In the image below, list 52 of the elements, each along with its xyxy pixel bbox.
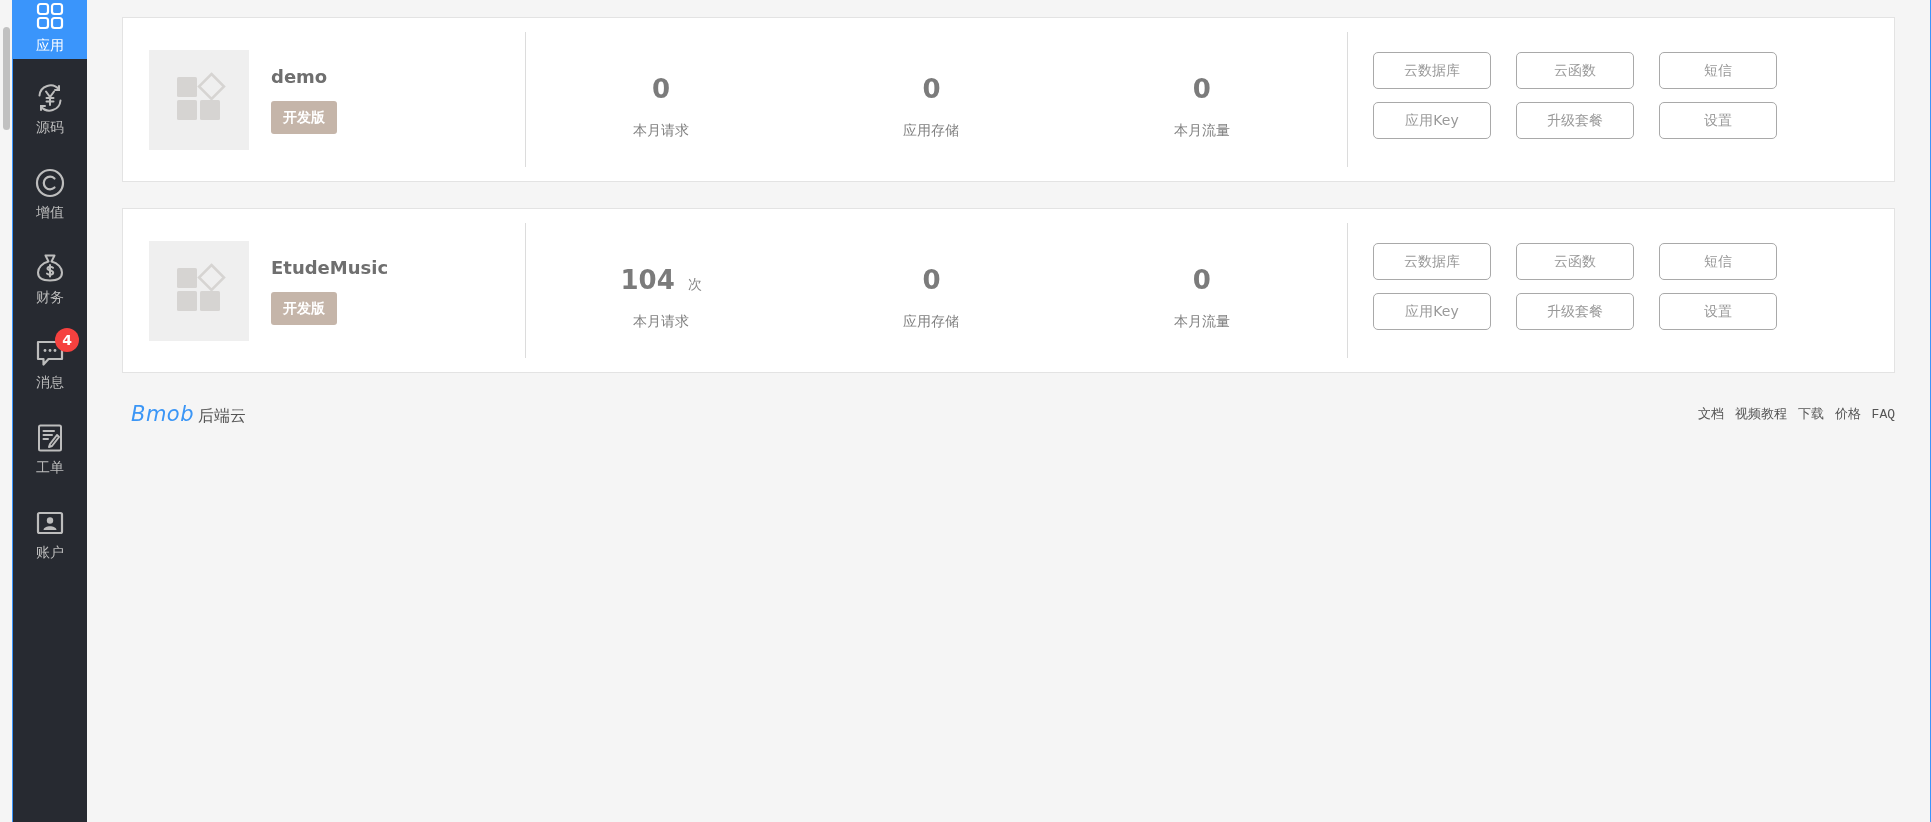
action-button[interactable]: 设置 <box>1659 293 1777 330</box>
app-placeholder-icon <box>149 49 249 150</box>
footer-link[interactable]: 文档 <box>1697 405 1724 423</box>
action-button[interactable]: 云函数 <box>1516 52 1634 89</box>
chat-icon <box>35 338 65 368</box>
sidebar-item[interactable]: 增值 <box>13 144 87 229</box>
action-button[interactable]: 升级套餐 <box>1516 293 1634 330</box>
stat-label: 本月流量 <box>1173 120 1230 140</box>
edition-badge: 开发版 <box>271 292 337 325</box>
stat-value: 0 <box>652 72 671 106</box>
sidebar-item[interactable]: 账户 <box>13 484 87 569</box>
stat-label: 本月请求 <box>633 120 690 140</box>
stat-value: 0 <box>1192 263 1211 297</box>
action-button[interactable]: 应用Key <box>1373 102 1491 139</box>
stat-value: 0 <box>922 72 941 106</box>
document-edit-icon <box>35 423 65 453</box>
footer-link[interactable]: FAQ <box>1871 406 1895 422</box>
app-name: EtudeMusic <box>271 256 389 280</box>
stat-value: 0 <box>922 263 941 297</box>
action-button[interactable]: 云数据库 <box>1373 243 1491 280</box>
action-button[interactable]: 升级套餐 <box>1516 102 1634 139</box>
action-button[interactable]: 设置 <box>1659 102 1777 139</box>
money-bag-icon <box>35 253 65 283</box>
action-button[interactable]: 应用Key <box>1373 293 1491 330</box>
sidebar-item[interactable]: 消息 4 <box>13 314 87 399</box>
stat-value: 104 <box>620 263 675 297</box>
edition-badge: 开发版 <box>271 101 337 134</box>
stat-label: 应用存储 <box>903 120 960 140</box>
app-name: demo <box>271 65 328 89</box>
grid-icon <box>35 1 65 31</box>
unread-badge: 4 <box>55 328 79 352</box>
sidebar-item[interactable]: 源码 <box>13 59 87 144</box>
stat-value: 0 <box>1192 72 1211 106</box>
footer-link[interactable]: 价格 <box>1834 405 1861 423</box>
footer-link[interactable]: 视频教程 <box>1734 405 1787 423</box>
action-button[interactable]: 云函数 <box>1516 243 1634 280</box>
stat-label: 应用存储 <box>903 311 960 331</box>
sidebar-item[interactable]: 应用 <box>13 0 87 59</box>
app-placeholder-icon <box>149 240 249 341</box>
copyright-icon <box>35 168 65 198</box>
stat-label: 本月请求 <box>633 311 690 331</box>
scrollbar-thumb[interactable] <box>3 27 10 130</box>
logo-tagline: 后端云 <box>198 405 247 427</box>
sidebar-item[interactable]: 财务 <box>13 229 87 314</box>
logo-wordmark: Bmob <box>131 401 195 426</box>
stat-label: 本月流量 <box>1173 311 1230 331</box>
action-button[interactable]: 短信 <box>1659 243 1777 280</box>
sidebar-item[interactable]: 工单 <box>13 399 87 484</box>
action-button[interactable]: 云数据库 <box>1373 52 1491 89</box>
footer-link[interactable]: 下载 <box>1797 405 1824 423</box>
stat-unit: 次 <box>687 275 702 294</box>
action-button[interactable]: 短信 <box>1659 52 1777 89</box>
